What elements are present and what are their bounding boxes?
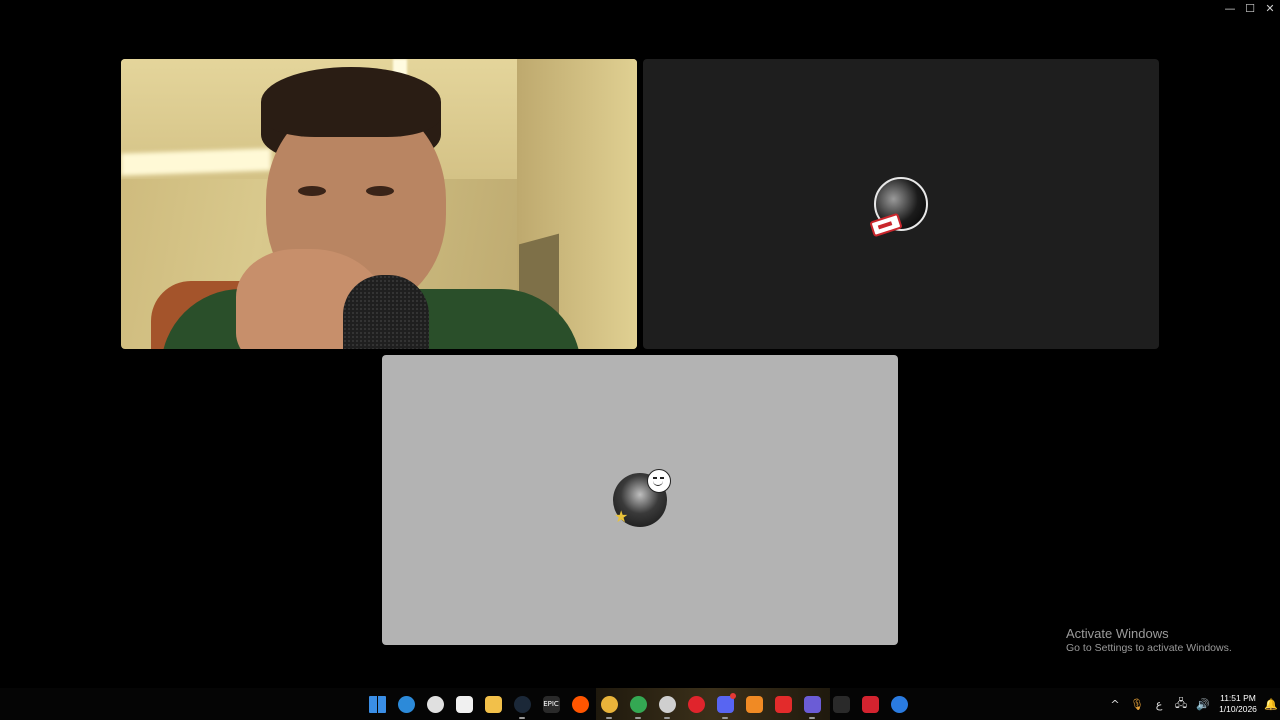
steam-icon [513,695,531,713]
minimize-button[interactable]: — [1220,0,1240,16]
steam-button[interactable] [511,693,533,719]
network-icon[interactable]: 🖧 [1170,693,1192,715]
chrome-alt-icon [629,695,647,713]
taskbar: EPIC ^ 🎙 ع 🖧 🔊 11:51 PM 1/10/2026 🔔 [0,688,1280,720]
watermark-subtitle: Go to Settings to activate Windows. [1066,642,1232,654]
red-app-icon [861,695,879,713]
opera-button[interactable] [685,693,707,715]
running-indicator [809,717,815,719]
window-controls: — ☐ ✕ [1220,0,1280,16]
discord-button[interactable] [714,693,736,719]
running-indicator [664,717,670,719]
uc-icon [832,695,850,713]
volume-icon[interactable]: 🔊 [1192,693,1214,715]
file-explorer-icon [484,695,502,713]
taskbar-pinned-apps: EPIC [366,693,910,719]
windows-start-icon [368,695,386,713]
maximize-icon: ☐ [1245,1,1255,15]
microsoft-store-button[interactable] [453,693,475,715]
app-orange-icon [745,695,763,713]
chrome-icon [600,695,618,713]
participant-tile-avatar-dark[interactable] [643,59,1159,349]
participant-tile-avatar-grey[interactable]: ★ [382,355,898,645]
windows-start-button[interactable] [366,693,388,715]
obs-icon [658,695,676,713]
microphone-icon[interactable]: 🎙 [1126,693,1148,715]
camera-feed [121,59,637,349]
language-indicator[interactable]: ع [1148,693,1170,715]
soundcloud-button[interactable] [569,693,591,715]
soundcloud-icon [571,695,589,713]
watermark-title: Activate Windows [1066,626,1169,641]
edge-button[interactable] [395,693,417,715]
clock[interactable]: 11:51 PM 1/10/2026 [1216,693,1260,715]
avatar-decoration-card [869,212,903,238]
epic-games-icon: EPIC [542,695,560,713]
obs-button[interactable] [656,693,678,719]
steelseries-icon [426,695,444,713]
running-indicator [606,717,612,719]
uc-button[interactable] [830,693,852,715]
clock-time: 11:51 PM [1220,693,1256,703]
clock-date: 1/10/2026 [1219,704,1257,714]
close-button[interactable]: ✕ [1260,0,1280,16]
opera-icon [687,695,705,713]
minimize-icon: — [1224,1,1236,15]
system-tray: ^ 🎙 ع 🖧 🔊 11:51 PM 1/10/2026 🔔 [1104,688,1280,720]
show-hidden-icons-chevron[interactable]: ^ [1104,693,1126,715]
chrome-alt-button[interactable] [627,693,649,719]
blue-app-button[interactable] [888,693,910,715]
steelseries-button[interactable] [424,693,446,715]
maximize-button[interactable]: ☐ [1240,0,1260,16]
media-player-icon [803,695,821,713]
activate-windows-watermark: Activate Windows Go to Settings to activ… [1066,626,1232,654]
edge-icon [397,695,415,713]
app-orange-button[interactable] [743,693,765,715]
running-indicator [519,717,525,719]
red-app-button[interactable] [859,693,881,715]
running-indicator [635,717,641,719]
file-explorer-button[interactable] [482,693,504,715]
microphone [343,275,429,349]
microsoft-store-icon [455,695,473,713]
bitdefender-button[interactable] [772,693,794,715]
close-icon: ✕ [1265,1,1275,15]
blue-app-icon [890,695,908,713]
notification-bell-icon[interactable]: 🔔 [1262,693,1280,715]
star-decoration-icon: ★ [614,507,629,526]
chrome-button[interactable] [598,693,620,719]
running-indicator [722,717,728,719]
discord-notification-badge [730,693,736,699]
bitdefender-icon [774,695,792,713]
epic-games-button[interactable]: EPIC [540,693,562,715]
participant-tile-camera[interactable] [121,59,637,349]
media-player-button[interactable] [801,693,823,719]
